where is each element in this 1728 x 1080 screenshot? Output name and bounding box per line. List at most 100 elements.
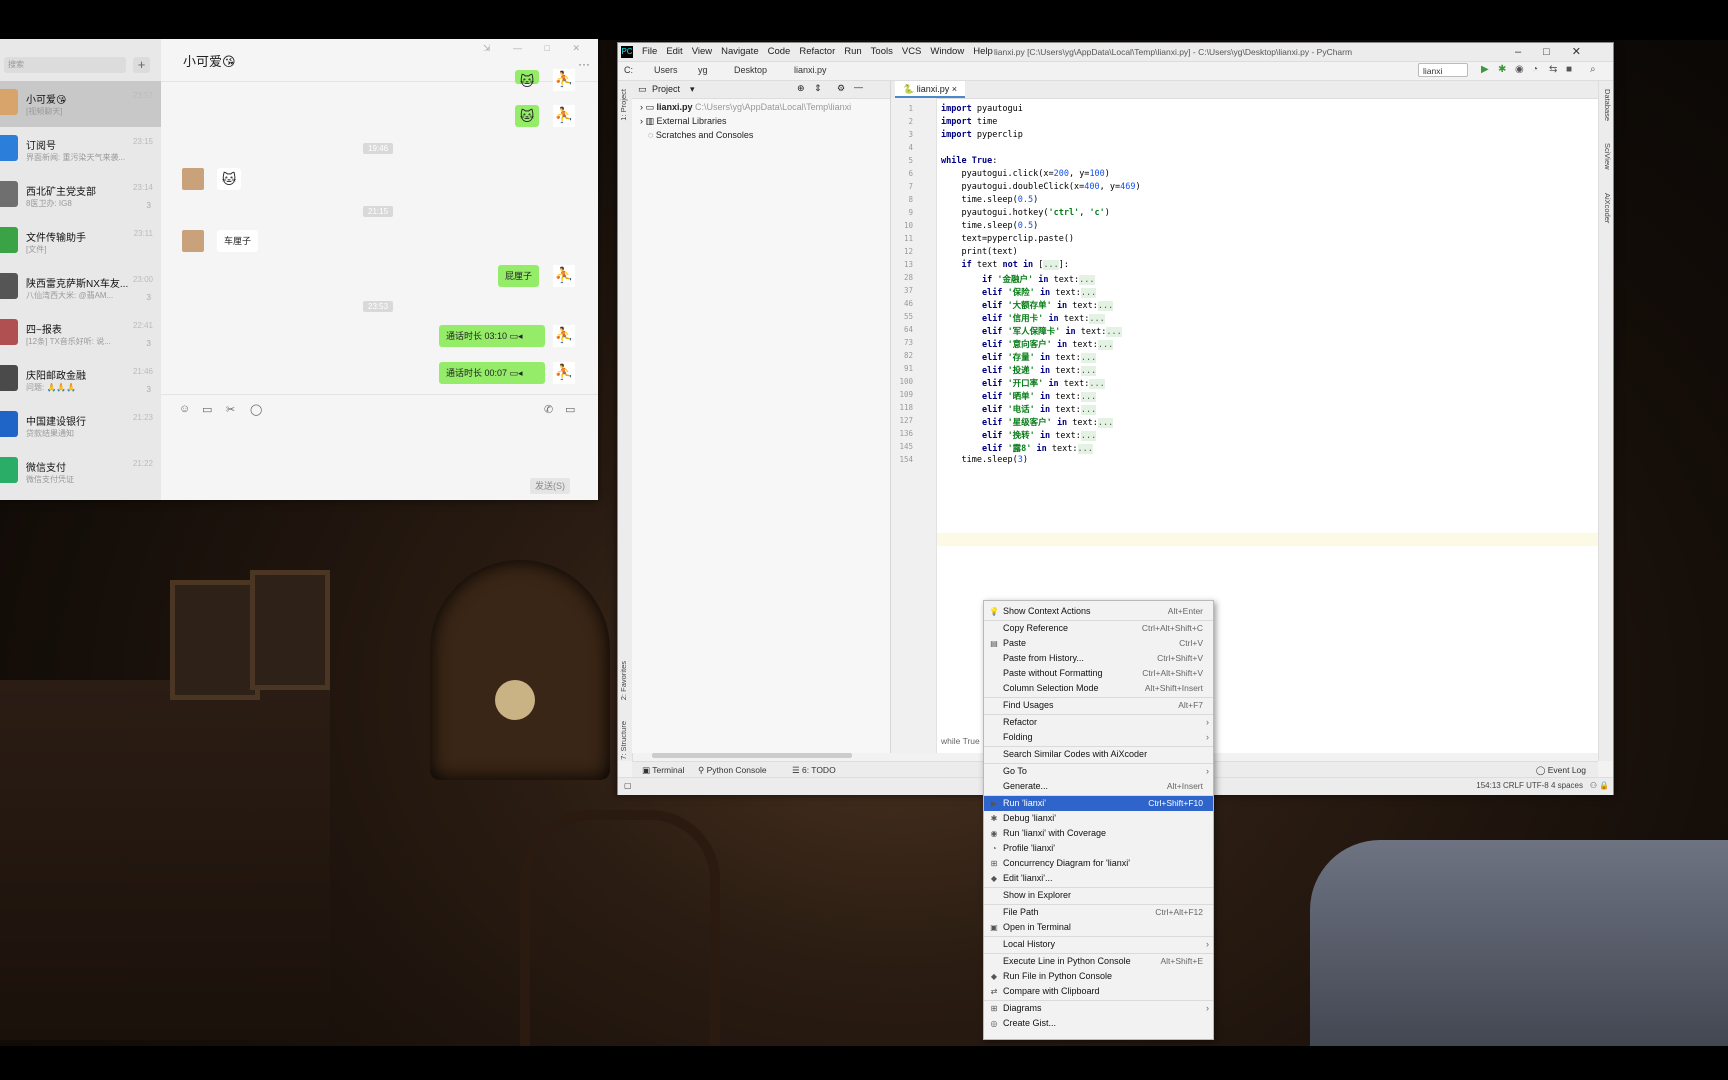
build-icon[interactable]: ⇆: [1549, 64, 1557, 75]
code-breadcrumb[interactable]: while True: [941, 736, 980, 746]
close-icon[interactable]: ×: [952, 84, 957, 94]
code-line[interactable]: elif '挽转' in text:...: [941, 429, 1097, 441]
profile-icon[interactable]: ◔: [1532, 64, 1538, 75]
breadcrumb[interactable]: yg: [698, 65, 708, 75]
tool-tab-database[interactable]: Database: [1603, 89, 1612, 121]
conversation-item[interactable]: 西北矿主党支部 8医卫办: IG8 23:14 3: [0, 173, 161, 219]
code-line[interactable]: while True:: [941, 156, 997, 166]
python-console-tab[interactable]: ⚲ Python Console: [698, 765, 767, 776]
conversation-item[interactable]: 陕西雷克萨斯NX车友... 八仙湾西大米: @翡AM... 23:00 3: [0, 265, 161, 311]
code-line[interactable]: elif '开口率' in text:...: [941, 377, 1105, 389]
menu-item-folding[interactable]: Folding ›: [984, 730, 1213, 745]
code-line[interactable]: time.sleep(0.5): [941, 221, 1038, 231]
conversation-item[interactable]: 文件传输助手 [文件] 23:11: [0, 219, 161, 265]
conversation-item[interactable]: 小可爱😘 [视频聊天] 23:57: [0, 81, 161, 127]
code-line[interactable]: print(text): [941, 247, 1017, 257]
search-input[interactable]: 搜索: [4, 57, 126, 73]
code-line[interactable]: elif '星级客户' in text:...: [941, 416, 1114, 428]
menu-item[interactable]: Navigate: [721, 46, 759, 57]
menu-item-concurrency-diagram-for-lianxi[interactable]: ⊞ Concurrency Diagram for 'lianxi': [984, 856, 1213, 871]
code-line[interactable]: import pyautogui: [941, 104, 1023, 114]
status-info[interactable]: 154:13 CRLF UTF-8 4 spaces: [1476, 781, 1583, 790]
video-icon[interactable]: ▭: [565, 403, 575, 416]
menu-item[interactable]: Code: [768, 46, 791, 57]
message-bubble[interactable]: 屁厘子: [498, 265, 540, 287]
new-chat-button[interactable]: +: [133, 57, 150, 73]
editor-tab[interactable]: 🐍 lianxi.py ×: [895, 81, 966, 98]
project-view-select[interactable]: Project: [652, 84, 680, 94]
menu-item[interactable]: File: [642, 46, 657, 57]
coverage-icon[interactable]: ◉: [1515, 64, 1524, 75]
menu-item-debug-lianxi[interactable]: ✱ Debug 'lianxi': [984, 811, 1213, 826]
conversation-item[interactable]: 微信支付 微信支付凭证 21:22: [0, 449, 161, 495]
message-bubble[interactable]: 车厘子: [217, 230, 259, 252]
code-line[interactable]: elif '军人保障卡' in text:...: [941, 325, 1122, 337]
menu-item-run-file-in-python-console[interactable]: ◆ Run File in Python Console: [984, 969, 1213, 984]
menu-item-run-lianxi-with-coverage[interactable]: ◉ Run 'lianxi' with Coverage: [984, 826, 1213, 841]
code-line[interactable]: time.sleep(0.5): [941, 195, 1038, 205]
menu-item-run-lianxi[interactable]: ▶ Run 'lianxi' Ctrl+Shift+F10: [984, 796, 1213, 811]
run-configuration-select[interactable]: lianxi: [1418, 63, 1468, 77]
menu-item-show-context-actions[interactable]: 💡 Show Context Actions Alt+Enter: [984, 604, 1213, 619]
menu-item-copy-reference[interactable]: Copy Reference Ctrl+Alt+Shift+C: [984, 621, 1213, 636]
code-line[interactable]: elif '信用卡' in text:...: [941, 312, 1105, 324]
menu-item-local-history[interactable]: Local History ›: [984, 937, 1213, 952]
menu-item-paste[interactable]: ▤ Paste Ctrl+V: [984, 636, 1213, 651]
sticker-message[interactable]: 🐱: [217, 168, 241, 190]
menu-item-refactor[interactable]: Refactor ›: [984, 715, 1213, 730]
menu-item-paste-from-history[interactable]: Paste from History... Ctrl+Shift+V: [984, 651, 1213, 666]
phone-icon[interactable]: ✆: [544, 403, 553, 416]
todo-tab[interactable]: ☰ 6: TODO: [792, 765, 836, 776]
emoji-icon[interactable]: ☺: [179, 403, 190, 415]
code-line[interactable]: import time: [941, 117, 997, 127]
breadcrumb[interactable]: Desktop: [734, 65, 767, 75]
code-line[interactable]: if '金融户' in text:...: [941, 273, 1095, 285]
conversation-item[interactable]: 订阅号 界面新闻: 重污染天气来袭... 23:15: [0, 127, 161, 173]
menu-item[interactable]: View: [692, 46, 712, 57]
menu-item[interactable]: Tools: [871, 46, 893, 57]
locate-icon[interactable]: ⊕: [797, 83, 805, 94]
code-line[interactable]: elif '保险' in text:...: [941, 286, 1097, 298]
breadcrumb[interactable]: lianxi.py: [794, 65, 827, 75]
menu-item-find-usages[interactable]: Find Usages Alt+F7: [984, 698, 1213, 713]
menu-item[interactable]: Help: [973, 46, 993, 57]
tree-item-external-libraries[interactable]: › ▥ External Libraries: [640, 116, 727, 127]
menu-item-compare-with-clipboard[interactable]: ⇄ Compare with Clipboard: [984, 984, 1213, 999]
collapse-icon[interactable]: ⇕: [814, 83, 822, 94]
menu-item-file-path[interactable]: File Path Ctrl+Alt+F12: [984, 905, 1213, 920]
sticker-message[interactable]: 🐱: [515, 70, 539, 89]
code-line[interactable]: elif '晒单' in text:...: [941, 390, 1097, 402]
menu-item-paste-without-formatting[interactable]: Paste without Formatting Ctrl+Alt+Shift+V: [984, 666, 1213, 681]
minimize-icon[interactable]: —: [854, 82, 863, 92]
code-line[interactable]: if text not in [...]:: [941, 260, 1069, 270]
conversation-item[interactable]: 四~报表 [12条] TX音乐好听: 说... 22:41 3: [0, 311, 161, 357]
code-line[interactable]: elif '电话' in text:...: [941, 403, 1097, 415]
code-line[interactable]: elif '露8' in text:...: [941, 442, 1093, 454]
search-icon[interactable]: ⌕: [1590, 64, 1596, 75]
more-icon[interactable]: ···: [578, 57, 590, 71]
menu-item-show-in-explorer[interactable]: Show in Explorer: [984, 888, 1213, 903]
menu-item-create-gist[interactable]: ◎ Create Gist...: [984, 1016, 1213, 1031]
code-line[interactable]: elif '投递' in text:...: [941, 364, 1097, 376]
tool-tab-sciview[interactable]: SciView: [1603, 143, 1612, 170]
menu-item[interactable]: Edit: [666, 46, 682, 57]
chevron-down-icon[interactable]: ▾: [690, 84, 695, 95]
conversation-item[interactable]: 庆阳邮政金融 问题: 🙏🙏🙏 21:46 3: [0, 357, 161, 403]
code-line[interactable]: elif '大额存单' in text:...: [941, 299, 1114, 311]
menu-item-profile-lianxi[interactable]: ◔ Profile 'lianxi': [984, 841, 1213, 856]
menu-item[interactable]: Run: [844, 46, 861, 57]
code-line[interactable]: time.sleep(3): [941, 455, 1028, 465]
event-log-tab[interactable]: ◯ Event Log: [1536, 765, 1586, 776]
code-line[interactable]: text=pyperclip.paste(): [941, 234, 1074, 244]
tool-tab-project[interactable]: 1: Project: [619, 89, 628, 121]
breadcrumb[interactable]: Users: [654, 65, 678, 75]
breadcrumb[interactable]: C:: [624, 65, 633, 75]
code-line[interactable]: elif '存量' in text:...: [941, 351, 1097, 363]
menu-item-generate[interactable]: Generate... Alt+Insert: [984, 779, 1213, 794]
menu-item[interactable]: VCS: [902, 46, 922, 57]
code-line[interactable]: pyautogui.doubleClick(x=400, y=469): [941, 182, 1140, 192]
call-record-bubble[interactable]: 通话时长 00:07 ▭◂: [439, 362, 545, 384]
sticker-message[interactable]: 🐱: [515, 105, 539, 127]
tool-tab-favorites[interactable]: 2: Favorites: [619, 661, 628, 700]
terminal-tab[interactable]: ▣ Terminal: [642, 765, 684, 776]
